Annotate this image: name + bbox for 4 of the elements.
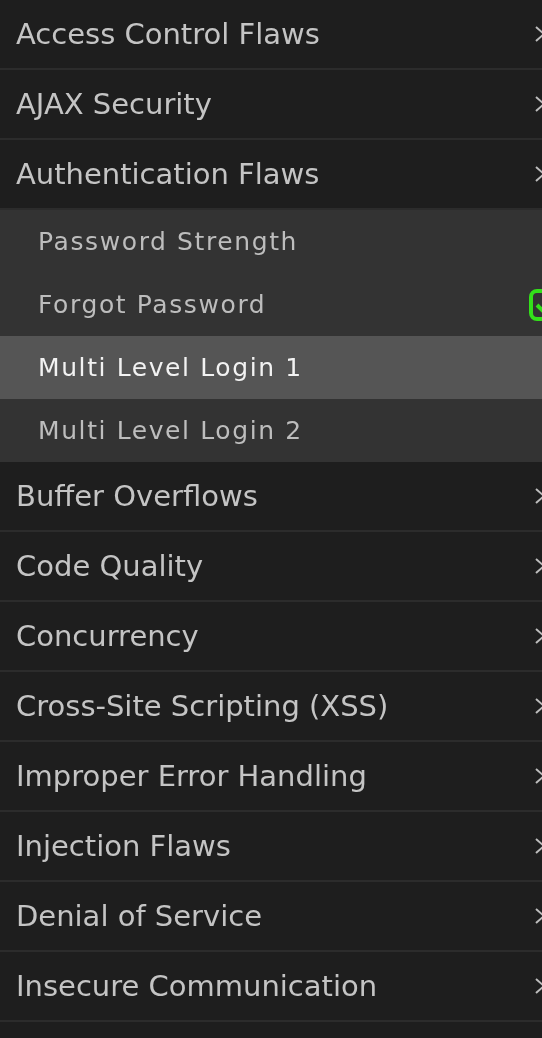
- submenu-item[interactable]: Multi Level Login 2: [0, 399, 542, 462]
- submenu-item[interactable]: Password Strength: [0, 210, 542, 273]
- submenu-item[interactable]: Multi Level Login 1: [0, 336, 542, 399]
- submenu-item[interactable]: Forgot Password: [0, 273, 542, 336]
